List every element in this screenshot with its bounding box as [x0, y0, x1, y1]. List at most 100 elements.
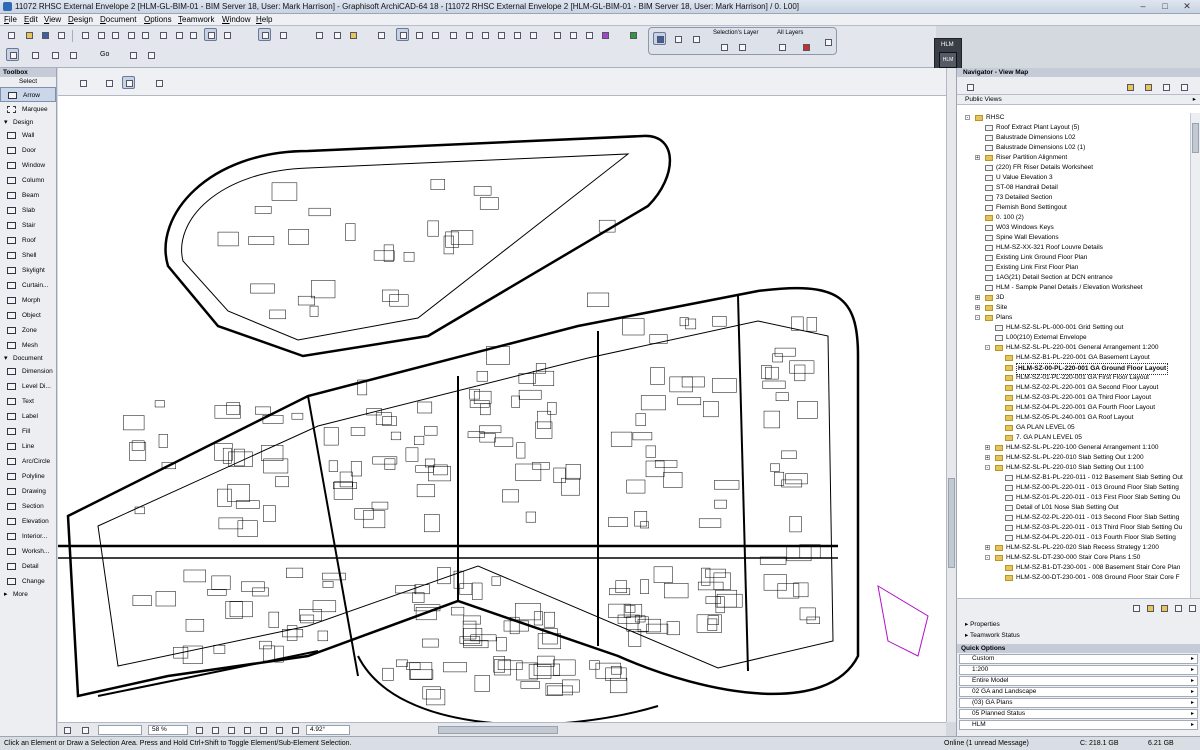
clone-folder-icon[interactable] [1157, 601, 1170, 614]
menu-window[interactable]: Window [222, 15, 250, 24]
gravity-icon[interactable] [276, 28, 289, 41]
collapse-toggle-icon[interactable]: - [965, 115, 970, 121]
offset-icon[interactable] [462, 28, 475, 41]
tree-folder[interactable]: + Site [957, 303, 1189, 313]
tool-beam[interactable]: Beam [0, 188, 56, 203]
tree-view-item[interactable]: Existing Link First Floor Plan [957, 263, 1189, 273]
navigator-scroll-thumb[interactable] [1192, 123, 1199, 153]
undo-icon[interactable] [124, 28, 137, 41]
tree-folder[interactable]: HLM-SZ-04-PL-220-001 GA Fourth Floor Lay… [957, 403, 1189, 413]
public-views-dropdown[interactable]: Public Views ▸ [957, 95, 1200, 105]
tree-view-item[interactable]: HLM-SZ-03-PL-220-011 - 013 Third Floor S… [957, 523, 1189, 533]
hide-layer-icon[interactable] [717, 40, 730, 53]
tree-view-item[interactable]: 73 Detailed Section [957, 193, 1189, 203]
fit-in-window-icon[interactable] [240, 723, 253, 736]
tree-folder[interactable]: - HLM-SZ-SL-PL-220-001 General Arrangemen… [957, 343, 1189, 353]
rotated-rectangle-icon[interactable] [122, 76, 135, 89]
expand-toggle-icon[interactable]: + [985, 455, 990, 461]
publisher-sets-icon[interactable] [1177, 80, 1190, 93]
tool-change[interactable]: Change [0, 574, 56, 589]
tree-view-item[interactable]: HLM-SZ-01-PL-220-011 - 013 First Floor S… [957, 493, 1189, 503]
layer-visibility-icon[interactable] [671, 32, 684, 45]
next-zoom-icon[interactable] [272, 723, 285, 736]
tool-level-di[interactable]: Level Di... [0, 379, 56, 394]
hlm-badge[interactable]: HLM HLM [934, 38, 962, 72]
collapse-toggle-icon[interactable]: - [975, 315, 980, 321]
layer-combination-icon[interactable] [821, 35, 834, 48]
pen-tool-icon[interactable] [330, 28, 343, 41]
quick-selection-icon[interactable] [152, 76, 165, 89]
cut-icon[interactable] [78, 28, 91, 41]
menu-design[interactable]: Design [68, 15, 93, 24]
align-icon[interactable] [566, 28, 579, 41]
tree-folder[interactable]: 7. GA PLAN LEVEL 05 [957, 433, 1189, 443]
zoom-popup-icon[interactable] [78, 723, 91, 736]
quick-option-03-ga-plans[interactable]: (03) GA Plans [959, 698, 1198, 708]
tool-line[interactable]: Line [0, 439, 56, 454]
tree-view-item[interactable]: HLM-SZ-B1-PL-220-011 - 012 Basement Slab… [957, 473, 1189, 483]
menu-file[interactable]: File [4, 15, 17, 24]
line-tool-icon[interactable] [312, 28, 325, 41]
tree-folder[interactable]: HLM-SZ-03-PL-220-001 GA Third Floor Layo… [957, 393, 1189, 403]
find-select-icon[interactable] [156, 28, 169, 41]
tree-view-item[interactable]: (220) FR Riser Details Worksheet [957, 163, 1189, 173]
save-icon[interactable] [38, 28, 51, 41]
delete-view-icon[interactable] [1171, 601, 1184, 614]
quick-option-hlm[interactable]: HLM [959, 720, 1198, 730]
go-label[interactable]: Go [100, 51, 109, 58]
tool-arc-circle[interactable]: Arc/Circle [0, 454, 56, 469]
tool-skylight[interactable]: Skylight [0, 263, 56, 278]
zoom-percent-field[interactable]: 58 % [148, 725, 188, 735]
eyedropper-icon[interactable] [172, 28, 185, 41]
lock-layer-icon[interactable] [735, 40, 748, 53]
tree-view-item[interactable]: Existing Link Ground Floor Plan [957, 253, 1189, 263]
previous-zoom-icon[interactable] [256, 723, 269, 736]
tool-column[interactable]: Column [0, 173, 56, 188]
magic-wand-icon[interactable] [204, 28, 217, 41]
tree-folder[interactable]: HLM-SZ-B1-DT-230-001 - 008 Basement Stai… [957, 563, 1189, 573]
collapse-toggle-icon[interactable]: - [985, 555, 990, 561]
tree-folder[interactable]: + HLM-SZ-SL-PL-220-100 General Arrangemen… [957, 443, 1189, 453]
tool-mesh[interactable]: Mesh [0, 338, 56, 353]
quick-option-1-200[interactable]: 1:200 [959, 665, 1198, 675]
tree-view-item[interactable]: U Value Elevation 3 [957, 173, 1189, 183]
menu-teamwork[interactable]: Teamwork [178, 15, 214, 24]
tool-object[interactable]: Object [0, 308, 56, 323]
suspend-groups-icon[interactable] [598, 28, 611, 41]
vertical-scrollbar[interactable] [946, 68, 956, 722]
expand-toggle-icon[interactable]: + [985, 545, 990, 551]
tool-morph[interactable]: Morph [0, 293, 56, 308]
tool-zone[interactable]: Zone [0, 323, 56, 338]
tool-fill[interactable]: Fill [0, 424, 56, 439]
tool-drawing[interactable]: Drawing [0, 484, 56, 499]
stretch-icon[interactable] [494, 28, 507, 41]
tree-folder[interactable]: GA PLAN LEVEL 05 [957, 423, 1189, 433]
layer-folder-icon[interactable] [346, 28, 359, 41]
tool-roof[interactable]: Roof [0, 233, 56, 248]
layout-book-icon[interactable] [66, 48, 79, 61]
tree-view-item[interactable]: W03 Windows Keys [957, 223, 1189, 233]
tree-view-item[interactable]: Balustrade Dimensions L02 [957, 133, 1189, 143]
pencil-icon[interactable] [374, 28, 387, 41]
snap-guides-icon[interactable] [258, 28, 271, 41]
teamwork-status-toggle[interactable]: ▸ Teamwork Status [965, 631, 1020, 639]
zoom-field[interactable] [98, 725, 142, 735]
tree-view-item[interactable]: Detail of L01 Nose Slab Setting Out [957, 503, 1189, 513]
layer-settings-icon[interactable] [653, 32, 666, 45]
tree-folder[interactable]: 0. 100 (2) [957, 213, 1189, 223]
tree-view-item[interactable]: HLM-SZ-02-PL-220-011 - 013 Second Floor … [957, 513, 1189, 523]
menu-help[interactable]: Help [256, 15, 272, 24]
tool-worksh[interactable]: Worksh... [0, 544, 56, 559]
quick-option-02-ga-and-landscape[interactable]: 02 GA and Landscape [959, 687, 1198, 697]
tool-marquee[interactable]: Marquee [0, 102, 56, 117]
tool-arrow[interactable]: Arrow [0, 87, 56, 102]
new-folder-icon[interactable] [1143, 601, 1156, 614]
tree-view-item[interactable]: 1AG(21) Detail Section at DCN entrance [957, 273, 1189, 283]
split-icon[interactable] [550, 28, 563, 41]
online-status[interactable]: Online (1 unread Message) [944, 740, 1029, 747]
copy-icon[interactable] [94, 28, 107, 41]
view-navigation-icon[interactable] [60, 723, 73, 736]
zoom-out-magnifier-icon[interactable] [224, 723, 237, 736]
vertical-scroll-thumb[interactable] [948, 478, 955, 568]
tool-window[interactable]: Window [0, 158, 56, 173]
